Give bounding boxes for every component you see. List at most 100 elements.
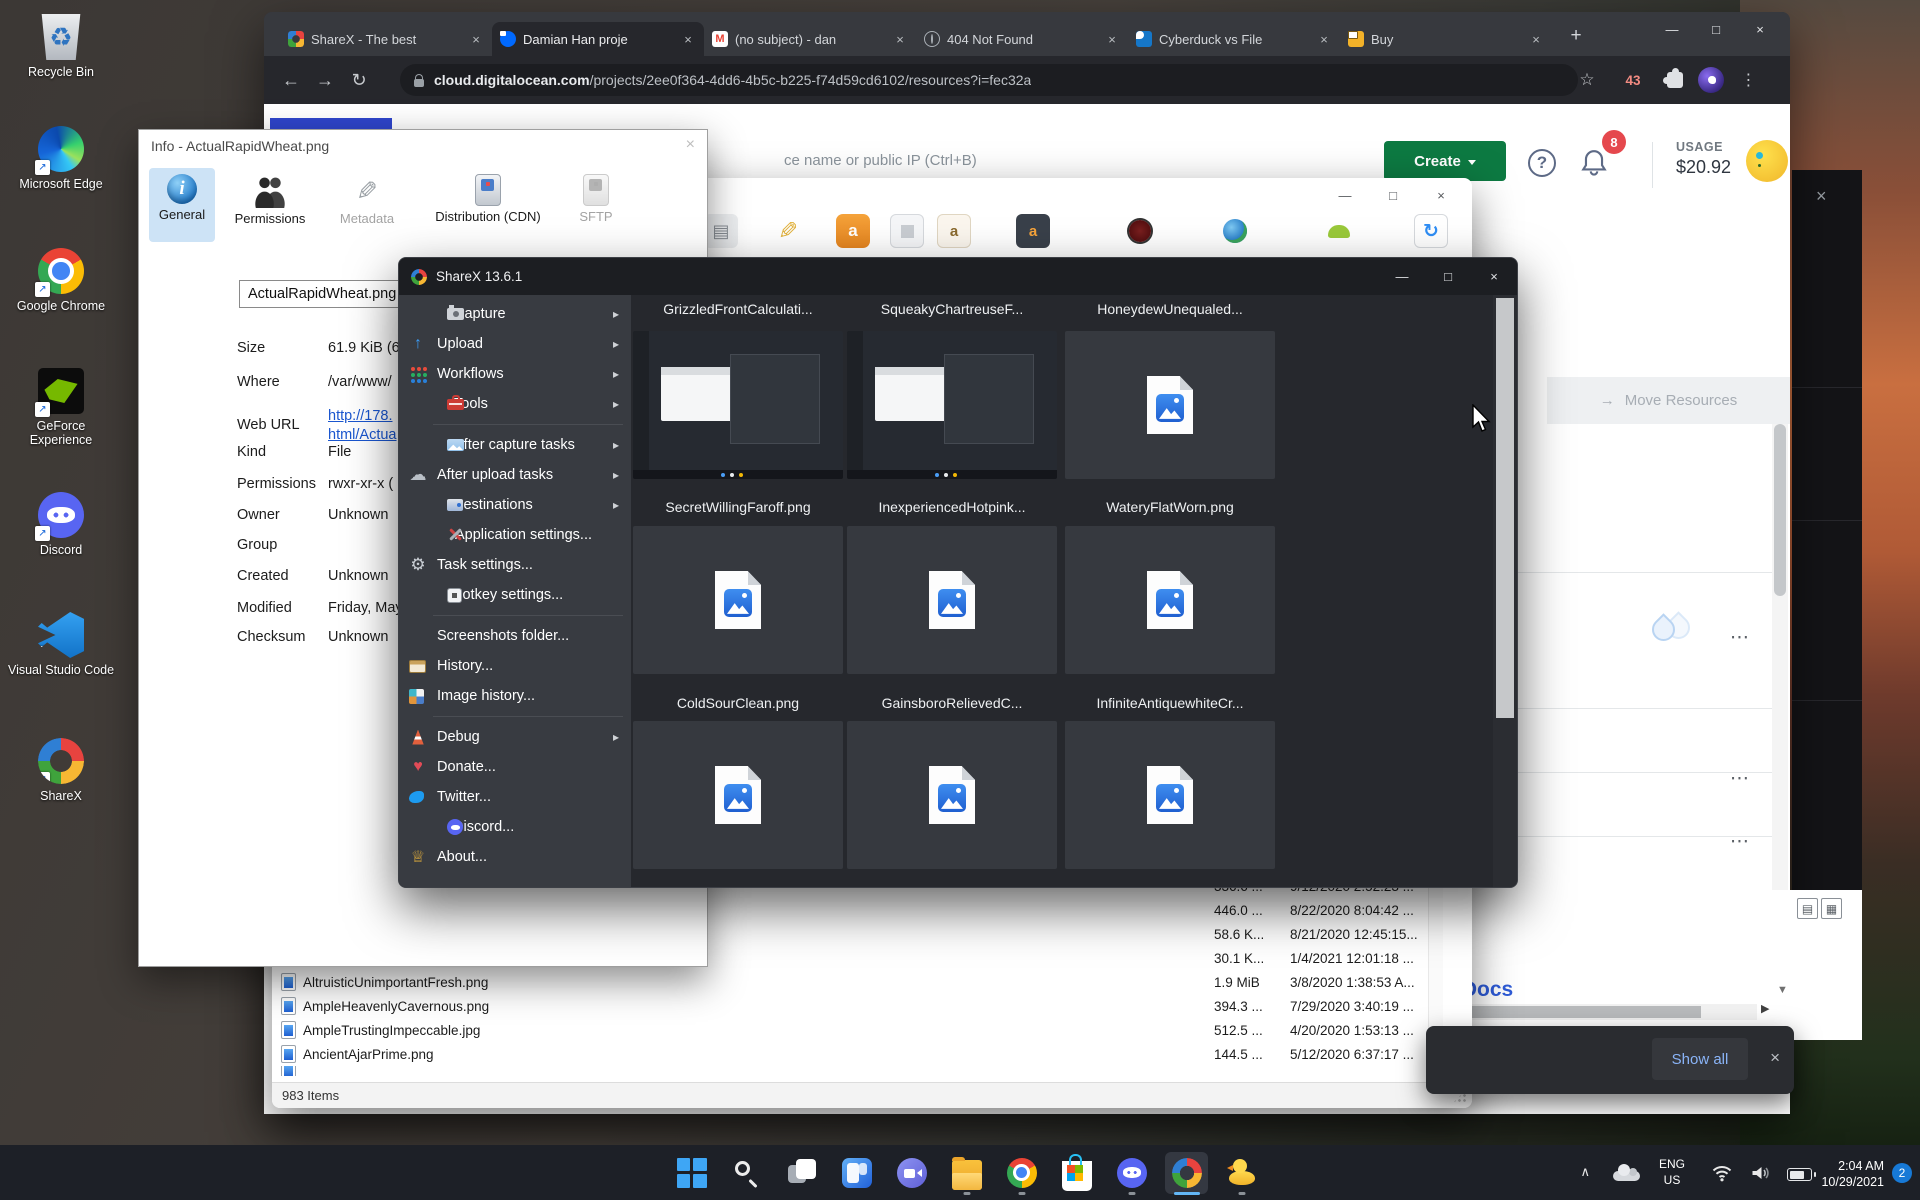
dialog-tab-sftp[interactable]: SFTP [567, 168, 625, 242]
taskbar-button-cyberduck[interactable] [1214, 1149, 1269, 1197]
history-thumbnail[interactable] [633, 721, 843, 869]
menu-item-hotkey-settings[interactable]: Hotkey settings... [399, 580, 631, 610]
bookmark-star-icon[interactable]: ☆ [1570, 56, 1604, 104]
tab-close-icon[interactable]: × [1316, 32, 1332, 47]
maximize-button[interactable]: □ [1378, 182, 1408, 208]
scrollbar-thumb[interactable] [1774, 424, 1786, 596]
history-thumbnail[interactable] [1065, 526, 1275, 674]
menu-item-workflows[interactable]: Workflows▸ [399, 359, 631, 389]
onedrive-icon[interactable] [1610, 1162, 1644, 1184]
clock[interactable]: 2:04 AM 10/29/2021 [1794, 1158, 1884, 1191]
dialog-tab-general[interactable]: iGeneral [149, 168, 215, 242]
menu-item-destinations[interactable]: Destinations▸ [399, 490, 631, 520]
maximize-button[interactable]: □ [1694, 14, 1738, 44]
notifications-bell-icon[interactable] [1580, 148, 1608, 183]
grid-scrollbar[interactable] [1493, 295, 1517, 887]
browser-tab-sharex-the-best[interactable]: ShareX - The best× [280, 22, 492, 56]
close-icon[interactable]: × [686, 136, 695, 154]
menu-item-donate[interactable]: Donate... [399, 752, 631, 782]
history-thumbnail[interactable] [847, 721, 1057, 869]
android-icon[interactable] [1322, 214, 1356, 248]
close-button[interactable]: × [1738, 14, 1782, 44]
row-menu-button[interactable]: ⋯ [1722, 767, 1758, 789]
tab-close-icon[interactable]: × [680, 32, 696, 47]
volume-icon[interactable] [1751, 1165, 1770, 1186]
taskbar-button-chrome[interactable] [994, 1149, 1049, 1197]
table-row[interactable]: AncientAjarPrime.png144.5 ...5/12/2020 6… [276, 1042, 1428, 1066]
browser-tab-404-not-found[interactable]: 404 Not Found× [916, 22, 1128, 56]
menu-item-about[interactable]: About... [399, 842, 631, 872]
menu-item-capture[interactable]: Capture▸ [399, 299, 631, 329]
menu-item-tools[interactable]: Tools▸ [399, 389, 631, 419]
globe-icon[interactable] [1218, 214, 1252, 248]
minimize-button[interactable]: — [1330, 182, 1360, 208]
menu-item-task-settings[interactable]: Task settings... [399, 550, 631, 580]
menu-item-image-history[interactable]: Image history... [399, 681, 631, 711]
new-tab-button[interactable]: + [1562, 22, 1590, 50]
menu-item-twitter[interactable]: Twitter... [399, 782, 631, 812]
menu-item-screenshots-folder[interactable]: Screenshots folder... [399, 621, 631, 651]
history-thumbnail[interactable] [847, 526, 1057, 674]
scroll-right-icon[interactable]: ▶ [1761, 1002, 1769, 1015]
desktop-icon-microsoft-edge[interactable]: ↗Microsoft Edge [6, 126, 116, 191]
row-menu-button[interactable]: ⋯ [1722, 626, 1758, 648]
reload-icon[interactable]: ↻ [342, 70, 376, 91]
scrollbar-thumb[interactable] [1447, 1006, 1701, 1018]
create-button[interactable]: Create [1384, 141, 1506, 181]
desktop-icon-recycle-bin[interactable]: Recycle Bin [6, 14, 116, 79]
list-view-icon[interactable]: ▤ [1797, 898, 1818, 919]
menu-item-after-capture-tasks[interactable]: After capture tasks▸ [399, 430, 631, 460]
tray-chevron-icon[interactable]: ∧ [1580, 1164, 1590, 1180]
record-icon[interactable] [1123, 214, 1157, 248]
row-menu-button[interactable]: ⋯ [1722, 830, 1758, 852]
taskbar-button-start[interactable] [664, 1149, 719, 1197]
taskbar-button-widgets[interactable] [829, 1149, 884, 1197]
history-thumbnail[interactable] [633, 526, 843, 674]
browser-tab-cyberduck-vs-file[interactable]: Cyberduck vs File× [1128, 22, 1340, 56]
browser-menu-icon[interactable]: ⋮ [1734, 56, 1764, 104]
wifi-icon[interactable] [1712, 1165, 1732, 1187]
table-row[interactable]: AmpleHeavenlyCavernous.png394.3 ...7/29/… [276, 994, 1428, 1018]
close-button[interactable]: × [1426, 182, 1456, 208]
history-thumbnail[interactable] [633, 331, 843, 479]
notification-center-badge[interactable]: 2 [1892, 1163, 1912, 1183]
usage-widget[interactable]: USAGE $20.92 [1676, 140, 1731, 178]
scroll-down-icon[interactable]: ▼ [1777, 984, 1788, 996]
taskbar-button-discord[interactable] [1104, 1149, 1159, 1197]
taskbar-button-microsoft-store[interactable] [1049, 1149, 1104, 1197]
menu-item-debug[interactable]: Debug▸ [399, 722, 631, 752]
taskbar-button-task-view[interactable] [774, 1149, 829, 1197]
document-icon[interactable] [704, 214, 738, 248]
close-button[interactable]: × [1471, 258, 1517, 295]
taskbar-button-chat[interactable] [884, 1149, 939, 1197]
taskbar-button-search[interactable] [719, 1149, 774, 1197]
back-icon[interactable]: ← [274, 70, 308, 91]
tab-close-icon[interactable]: × [892, 32, 908, 47]
table-row[interactable]: AmpleTrustingImpeccable.jpg512.5 ...4/20… [276, 1018, 1428, 1042]
tab-close-icon[interactable]: × [1104, 32, 1120, 47]
history-thumbnail[interactable] [1065, 721, 1275, 869]
help-button[interactable]: ? [1528, 149, 1556, 177]
taskbar-button-sharex[interactable] [1159, 1149, 1214, 1197]
table-row[interactable]: AltruisticUnimportantFresh.png1.9 MiB3/8… [276, 970, 1428, 994]
forward-icon[interactable]: → [308, 70, 342, 91]
minimize-button[interactable]: — [1379, 258, 1425, 295]
box-a-icon[interactable] [937, 214, 971, 248]
horizontal-scrollbar[interactable] [1447, 1004, 1757, 1020]
close-icon[interactable]: × [1816, 186, 1827, 207]
taskbar-button-file-explorer[interactable] [939, 1149, 994, 1197]
browser-tab-no-subject-dan[interactable]: (no subject) - dan× [704, 22, 916, 56]
edit-pencil-icon[interactable] [771, 214, 805, 248]
move-resources-button[interactable]: → Move Resources [1547, 377, 1790, 424]
url-text[interactable]: cloud.digitalocean.com/projects/2ee0f364… [434, 72, 1031, 88]
dialog-tab-metadata[interactable]: ✎Metadata [325, 168, 409, 242]
history-thumbnail[interactable] [847, 331, 1057, 479]
menu-item-application-settings[interactable]: Application settings... [399, 520, 631, 550]
tab-close-icon[interactable]: × [1528, 32, 1544, 47]
sync-icon[interactable] [1414, 214, 1448, 248]
bookmark-count-badge[interactable]: 43 [1616, 56, 1650, 104]
scrollbar-thumb[interactable] [1496, 298, 1514, 718]
close-icon[interactable]: × [1770, 1048, 1780, 1068]
profile-avatar[interactable] [1694, 56, 1728, 104]
address-bar[interactable]: cloud.digitalocean.com/projects/2ee0f364… [400, 64, 1578, 96]
